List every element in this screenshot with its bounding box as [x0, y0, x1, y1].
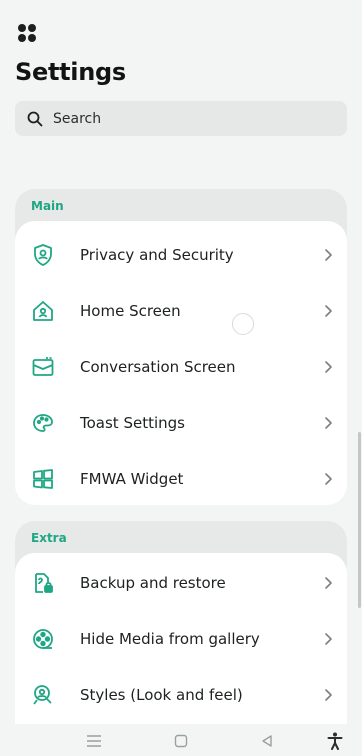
- touch-ripple: [232, 313, 254, 335]
- chevron-right-icon: [325, 417, 332, 429]
- settings-item-hide-media[interactable]: Hide Media from gallery: [15, 611, 347, 667]
- search-bar[interactable]: [15, 101, 347, 136]
- chevron-right-icon: [325, 249, 332, 261]
- chevron-right-icon: [325, 473, 332, 485]
- settings-item-label: FMWA Widget: [80, 470, 184, 488]
- film-reel-icon: [29, 625, 57, 653]
- search-input[interactable]: [53, 110, 313, 127]
- chevron-right-icon: [325, 361, 332, 373]
- menu-icon[interactable]: [85, 732, 103, 750]
- settings-item-fmwa-widget[interactable]: FMWA Widget: [15, 451, 347, 507]
- section-label: Extra: [31, 531, 67, 545]
- settings-item-label: Styles (Look and feel): [80, 686, 243, 704]
- settings-item-label: Conversation Screen: [80, 358, 236, 376]
- back-triangle-icon[interactable]: [258, 732, 276, 750]
- section-main: Main Privacy and Security Home Screen Co…: [15, 189, 347, 505]
- settings-item-styles[interactable]: Styles (Look and feel): [15, 667, 347, 723]
- chevron-right-icon: [325, 305, 332, 317]
- section-extra: Extra Backup and restore Hide Media from…: [15, 521, 347, 724]
- home-square-icon[interactable]: [172, 732, 190, 750]
- settings-item-home-screen[interactable]: Home Screen: [15, 283, 347, 339]
- settings-item-label: Hide Media from gallery: [80, 630, 260, 648]
- settings-item-privacy-security[interactable]: Privacy and Security: [15, 227, 347, 283]
- settings-item-label: Backup and restore: [80, 574, 226, 592]
- scrollbar[interactable]: [358, 432, 361, 608]
- chevron-right-icon: [325, 577, 332, 589]
- home-icon: [29, 297, 57, 325]
- settings-item-toast-settings[interactable]: Toast Settings: [15, 395, 347, 451]
- settings-item-backup-restore[interactable]: Backup and restore: [15, 555, 347, 611]
- chevron-right-icon: [325, 633, 332, 645]
- palette-icon: [29, 409, 57, 437]
- brush-icon: [29, 681, 57, 709]
- accessibility-icon[interactable]: [326, 732, 344, 750]
- section-label: Main: [31, 199, 64, 213]
- settings-card-main: Privacy and Security Home Screen Convers…: [15, 221, 347, 505]
- settings-item-label: Home Screen: [80, 302, 181, 320]
- shield-lock-icon: [29, 241, 57, 269]
- system-nav-bar: [0, 724, 362, 756]
- backup-icon: [29, 569, 57, 597]
- widget-grid-icon: [29, 465, 57, 493]
- settings-item-label: Privacy and Security: [80, 246, 234, 264]
- search-icon: [27, 111, 43, 126]
- apps-grid-icon[interactable]: [16, 22, 38, 44]
- chevron-right-icon: [325, 689, 332, 701]
- settings-item-label: Toast Settings: [80, 414, 185, 432]
- page-title: Settings: [15, 58, 126, 86]
- settings-item-conversation-screen[interactable]: Conversation Screen: [15, 339, 347, 395]
- chat-window-icon: [29, 353, 57, 381]
- settings-card-extra: Backup and restore Hide Media from galle…: [15, 553, 347, 724]
